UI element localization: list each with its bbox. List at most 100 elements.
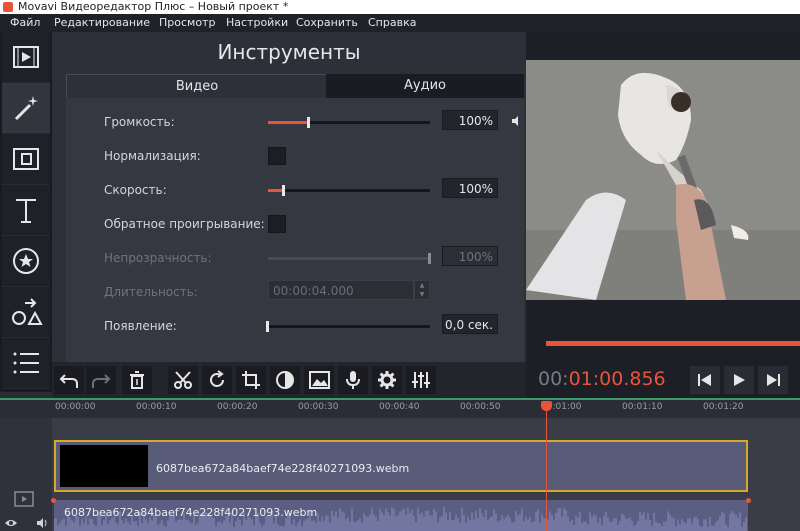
reverse-checkbox[interactable] (268, 215, 286, 233)
import-button[interactable] (2, 32, 50, 83)
time-ruler[interactable]: 00:00:00 00:00:10 00:00:20 00:00:30 00:0… (0, 398, 800, 418)
more-button[interactable] (2, 338, 50, 389)
image-icon (309, 371, 330, 389)
equalizer-button[interactable] (406, 366, 436, 394)
opacity-row: Непрозрачность: 100% (66, 246, 524, 270)
list-icon (13, 352, 39, 374)
video-clip[interactable]: 6087bea672a84baef74e228f40271093.webm (54, 440, 748, 492)
audio-fade-handle-right[interactable] (746, 498, 751, 503)
window-title: Movavi Видеоредактор Плюс – Новый проект… (18, 0, 289, 13)
speed-slider-handle[interactable] (282, 185, 286, 196)
menu-view[interactable]: Просмотр (159, 16, 215, 29)
duration-field[interactable]: 00:00:04.000 (268, 280, 414, 300)
menu-help[interactable]: Справка (368, 16, 416, 29)
normalize-checkbox[interactable] (268, 147, 286, 165)
ruler-tick: 00:00:50 (460, 402, 501, 412)
timecode: 00:01:00.856 (538, 368, 666, 390)
text-icon (16, 199, 36, 223)
rotate-button[interactable] (202, 366, 232, 394)
speaker-icon[interactable] (510, 115, 522, 127)
menu-settings[interactable]: Настройки (226, 16, 288, 29)
filters-button[interactable] (304, 366, 334, 394)
ruler-tick: 00:00:30 (298, 402, 339, 412)
menu-save[interactable]: Сохранить (296, 16, 358, 29)
undo-button[interactable] (54, 366, 84, 394)
rotate-icon (210, 370, 224, 387)
tab-video[interactable]: Видео (66, 74, 328, 99)
playback-progress-bar[interactable] (546, 341, 800, 346)
titles-button[interactable] (2, 185, 50, 236)
shapes-button[interactable] (2, 287, 50, 338)
speed-label: Скорость: (104, 183, 167, 197)
fadein-slider[interactable] (266, 321, 430, 332)
fadein-value[interactable]: 0,0 сек. (442, 314, 498, 334)
reverse-label: Обратное проигрывание: (104, 217, 265, 231)
menu-file[interactable]: Файл (10, 16, 40, 29)
contrast-icon (276, 371, 294, 389)
trash-icon (130, 371, 144, 389)
delete-button[interactable] (122, 366, 152, 394)
fadein-slider-handle[interactable] (266, 321, 269, 332)
crop-button[interactable] (236, 366, 266, 394)
normalize-label: Нормализация: (104, 149, 201, 163)
audio-fade-handle-left[interactable] (51, 498, 56, 503)
record-audio-button[interactable] (338, 366, 368, 394)
cut-button[interactable] (168, 366, 198, 394)
scissors-icon (174, 371, 192, 389)
clip-thumbnail (60, 445, 148, 487)
tools-title: Инструменты (217, 40, 361, 64)
menu-edit[interactable]: Редактирование (54, 16, 150, 29)
video-frame-image (526, 60, 800, 300)
title-bar: Movavi Видеоредактор Плюс – Новый проект… (0, 0, 800, 14)
undo-icon (59, 374, 78, 388)
ruler-tick: 00:00:10 (136, 402, 177, 412)
opacity-slider[interactable] (268, 253, 431, 264)
stickers-button[interactable] (2, 236, 50, 287)
audio-mute-icon[interactable] (36, 517, 48, 529)
transitions-button[interactable] (2, 134, 50, 185)
tools-tabs: Видео Аудио (66, 74, 524, 99)
transport-bar: 00:01:00.856 (526, 362, 800, 398)
tools-panel: Инструменты Видео Аудио Громкость: 100% … (52, 32, 526, 362)
equalizer-icon (412, 372, 430, 388)
clip-settings-button[interactable] (372, 366, 402, 394)
left-toolbar (0, 32, 52, 392)
audio-clip-name: 6087bea672a84baef74e228f40271093.webm (64, 506, 318, 519)
reverse-row: Обратное проигрывание: (66, 212, 524, 236)
tab-audio[interactable]: Аудио (326, 74, 524, 98)
edit-toolbar (52, 362, 526, 398)
ruler-tick: 00:01:10 (622, 402, 663, 412)
next-button[interactable] (758, 366, 788, 394)
play-button[interactable] (724, 366, 754, 394)
eye-icon[interactable] (4, 518, 18, 528)
redo-button[interactable] (86, 366, 116, 394)
audio-clip[interactable]: 6087bea672a84baef74e228f40271093.webm (54, 500, 748, 531)
redo-icon (92, 374, 111, 388)
star-sticker-icon (13, 248, 39, 274)
video-track-icon (14, 491, 34, 507)
opacity-slider-handle[interactable] (428, 253, 431, 264)
volume-value[interactable]: 100% (442, 110, 498, 130)
film-icon (13, 46, 39, 68)
magic-wand-icon (14, 96, 38, 121)
opacity-value[interactable]: 100% (442, 246, 498, 266)
duration-spinner[interactable]: ▲ ▼ (414, 280, 430, 300)
ruler-tick: 00:00:20 (217, 402, 258, 412)
gear-icon (378, 371, 396, 389)
volume-slider[interactable] (268, 117, 430, 128)
playhead-line[interactable] (546, 402, 547, 531)
speed-slider[interactable] (268, 185, 430, 196)
opacity-label: Непрозрачность: (104, 251, 212, 265)
volume-slider-handle[interactable] (306, 117, 310, 128)
normalize-row: Нормализация: (66, 144, 524, 168)
ruler-tick: 00:00:40 (379, 402, 420, 412)
skip-back-icon (698, 374, 711, 386)
previous-button[interactable] (690, 366, 720, 394)
play-icon (734, 374, 745, 386)
playhead-handle[interactable] (541, 401, 552, 411)
ruler-tick: 00:00:00 (55, 402, 96, 412)
video-preview (526, 60, 800, 300)
color-adjust-button[interactable] (270, 366, 300, 394)
tools-button[interactable] (2, 83, 50, 134)
speed-value[interactable]: 100% (442, 178, 498, 198)
